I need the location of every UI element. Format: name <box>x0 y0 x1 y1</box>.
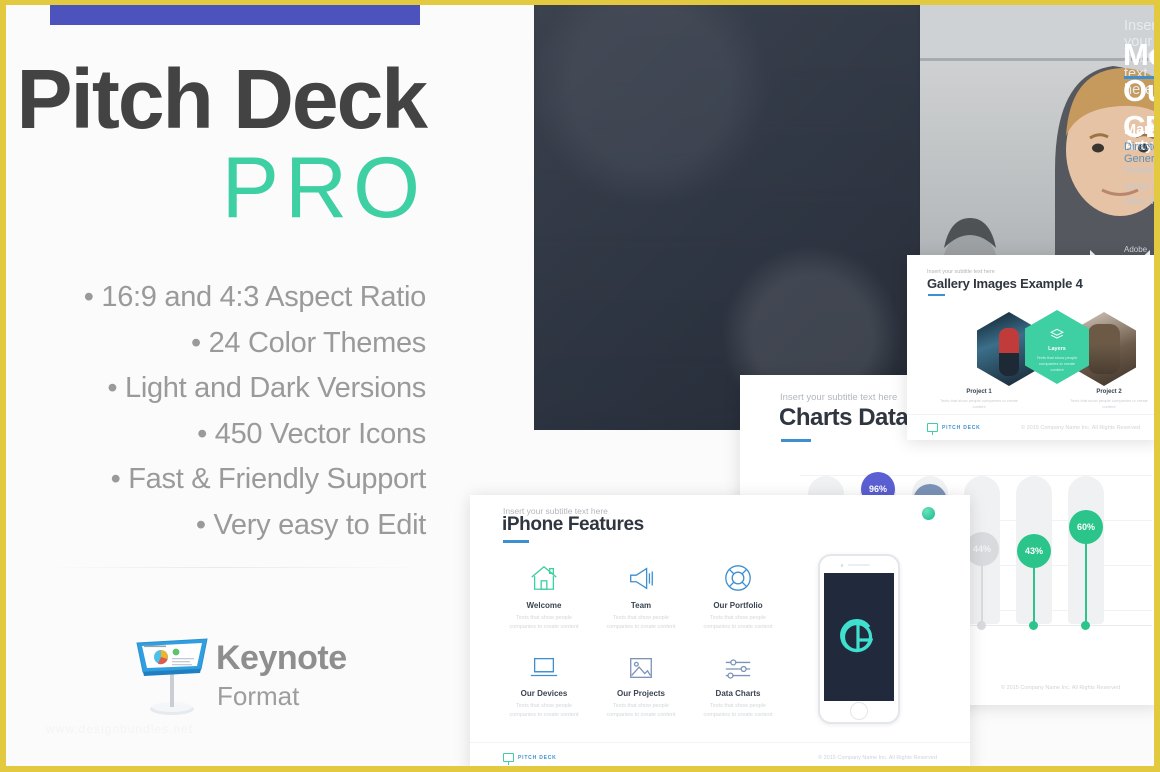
page-subtitle: PRO <box>221 140 426 236</box>
frame-right-border <box>1154 0 1160 772</box>
chart-value-bubble: 43% <box>1017 534 1051 568</box>
chart-axis-dot <box>1029 621 1038 630</box>
feature-description: Texts that show people companies to crea… <box>606 615 676 630</box>
laptop-icon <box>489 645 599 681</box>
title-rule <box>928 294 945 296</box>
center-hexagon-description: Texts that show people companies to crea… <box>1036 355 1078 372</box>
feature-description: Texts that show people companies to crea… <box>703 615 773 630</box>
project-2-description: Texts that show people companies to crea… <box>1070 398 1148 409</box>
feature-description: Texts that show people companies to crea… <box>509 703 579 718</box>
title-rule <box>503 540 529 543</box>
feature-team[interactable]: Team Texts that show people companies to… <box>586 557 696 632</box>
g-monogram-logo <box>840 619 874 653</box>
poster-canvas: Pitch Deck PRO • 16:9 and 4:3 Aspect Rat… <box>0 0 1160 772</box>
footer-copyright: © 2015 Company Name Inc. All Rights Rese… <box>818 754 937 761</box>
format-badge: Keynote Format <box>116 633 436 725</box>
chart-value-bubble: 60% <box>1069 510 1103 544</box>
chart-axis-dot <box>1081 621 1090 630</box>
format-name: Keynote <box>216 639 347 677</box>
divider <box>48 567 426 568</box>
feature-title: Our Projects <box>616 689 665 698</box>
feature-description: Texts that show people companies to crea… <box>703 703 773 718</box>
megaphone-icon <box>586 557 696 593</box>
logo-text: PITCH DECK <box>942 424 981 431</box>
project-1-caption: Project 1 <box>966 389 992 395</box>
center-hexagon-title: Layers <box>1048 346 1066 352</box>
list-item: • 24 Color Themes <box>190 326 426 359</box>
center-hexagon-card[interactable]: Layers Texts that show people companies … <box>1025 310 1089 384</box>
accent-bar <box>50 5 420 25</box>
feature-title: Data Charts <box>715 689 761 698</box>
feature-our-portfolio[interactable]: Our Portfolio Texts that show people com… <box>683 557 793 632</box>
feature-list: • 16:9 and 4:3 Aspect Ratio • 24 Color T… <box>6 275 427 548</box>
project-2-caption: Project 2 <box>1096 389 1122 395</box>
sliders-icon <box>683 645 793 681</box>
feature-title: Team <box>630 601 652 610</box>
home-icon <box>489 557 599 593</box>
hero-panel: Pitch Deck PRO • 16:9 and 4:3 Aspect Rat… <box>6 5 480 766</box>
slide-gallery-images-example-4[interactable]: Insert your subtitle text here Gallery I… <box>907 255 1160 440</box>
feature-description: Texts that show people companies to crea… <box>606 703 676 718</box>
list-item: • Light and Dark Versions <box>107 372 426 404</box>
feature-description: Texts that show people companies to crea… <box>509 615 579 630</box>
slide-title: iPhone Features <box>502 514 644 535</box>
watermark: www.designbundles.net <box>46 722 194 736</box>
speaker-grille <box>848 564 870 567</box>
feature-our-devices[interactable]: Our Devices Texts that show people compa… <box>489 645 599 720</box>
projector-screen-icon <box>927 423 938 435</box>
phone-screen <box>824 573 894 701</box>
iphone-mockup <box>818 554 900 724</box>
pitch-deck-logo: PITCH DECK <box>927 423 981 435</box>
layers-icon <box>1025 328 1089 343</box>
slide-subtitle: Insert your subtitle text here <box>927 269 995 275</box>
format-label: Format <box>217 681 300 711</box>
keynote-icon <box>136 638 208 715</box>
projector-screen-icon <box>503 753 514 765</box>
page-title: Pitch Deck <box>16 52 428 146</box>
list-item: • 16:9 and 4:3 Aspect Ratio <box>83 281 427 313</box>
front-camera <box>841 564 844 567</box>
image-icon <box>586 645 696 681</box>
chart-axis-dot <box>977 621 986 630</box>
background-photo-blur <box>534 0 920 430</box>
slide-title: Gallery Images Example 4 <box>927 276 1083 291</box>
lifebuoy-icon <box>683 557 793 593</box>
hexagon-gallery: Layers Texts that show people companies … <box>967 310 1142 386</box>
list-item: • Fast & Friendly Support <box>110 463 427 495</box>
footer-copyright: © 2015 Company Name Inc. All Rights Rese… <box>1001 685 1120 691</box>
slide-iphone-features[interactable]: Insert your subtitle text here iPhone Fe… <box>470 495 970 772</box>
list-item: • 450 Vector Icons <box>197 417 426 450</box>
feature-our-projects[interactable]: Our Projects Texts that show people comp… <box>586 645 696 720</box>
feature-welcome[interactable]: Welcome Texts that show people companies… <box>489 557 599 632</box>
slide-footer: PITCH DECK © 2015 Company Name Inc. All … <box>907 414 1160 440</box>
feature-title: Our Portfolio <box>713 601 763 610</box>
frame-left-border <box>0 0 6 772</box>
chart-value-bubble: 44% <box>965 532 999 566</box>
slide-subtitle: Insert your subtitle text here <box>780 392 898 403</box>
logo-text: PITCH DECK <box>518 754 557 761</box>
feature-title: Our Devices <box>520 689 568 698</box>
title-rule <box>781 439 811 442</box>
feature-data-charts[interactable]: Data Charts Texts that show people compa… <box>683 645 793 720</box>
footer-copyright: © 2015 Company Name Inc. All Rights Rese… <box>1021 424 1140 431</box>
feature-title: Welcome <box>526 601 562 610</box>
pitch-deck-logo: PITCH DECK <box>503 753 557 765</box>
status-dot <box>922 507 935 520</box>
home-button[interactable] <box>850 702 868 720</box>
frame-top-border <box>0 0 1160 5</box>
list-item: • Very easy to Edit <box>195 508 426 541</box>
project-1-description: Texts that show people companies to crea… <box>940 398 1018 409</box>
frame-bottom-border <box>0 766 1160 772</box>
